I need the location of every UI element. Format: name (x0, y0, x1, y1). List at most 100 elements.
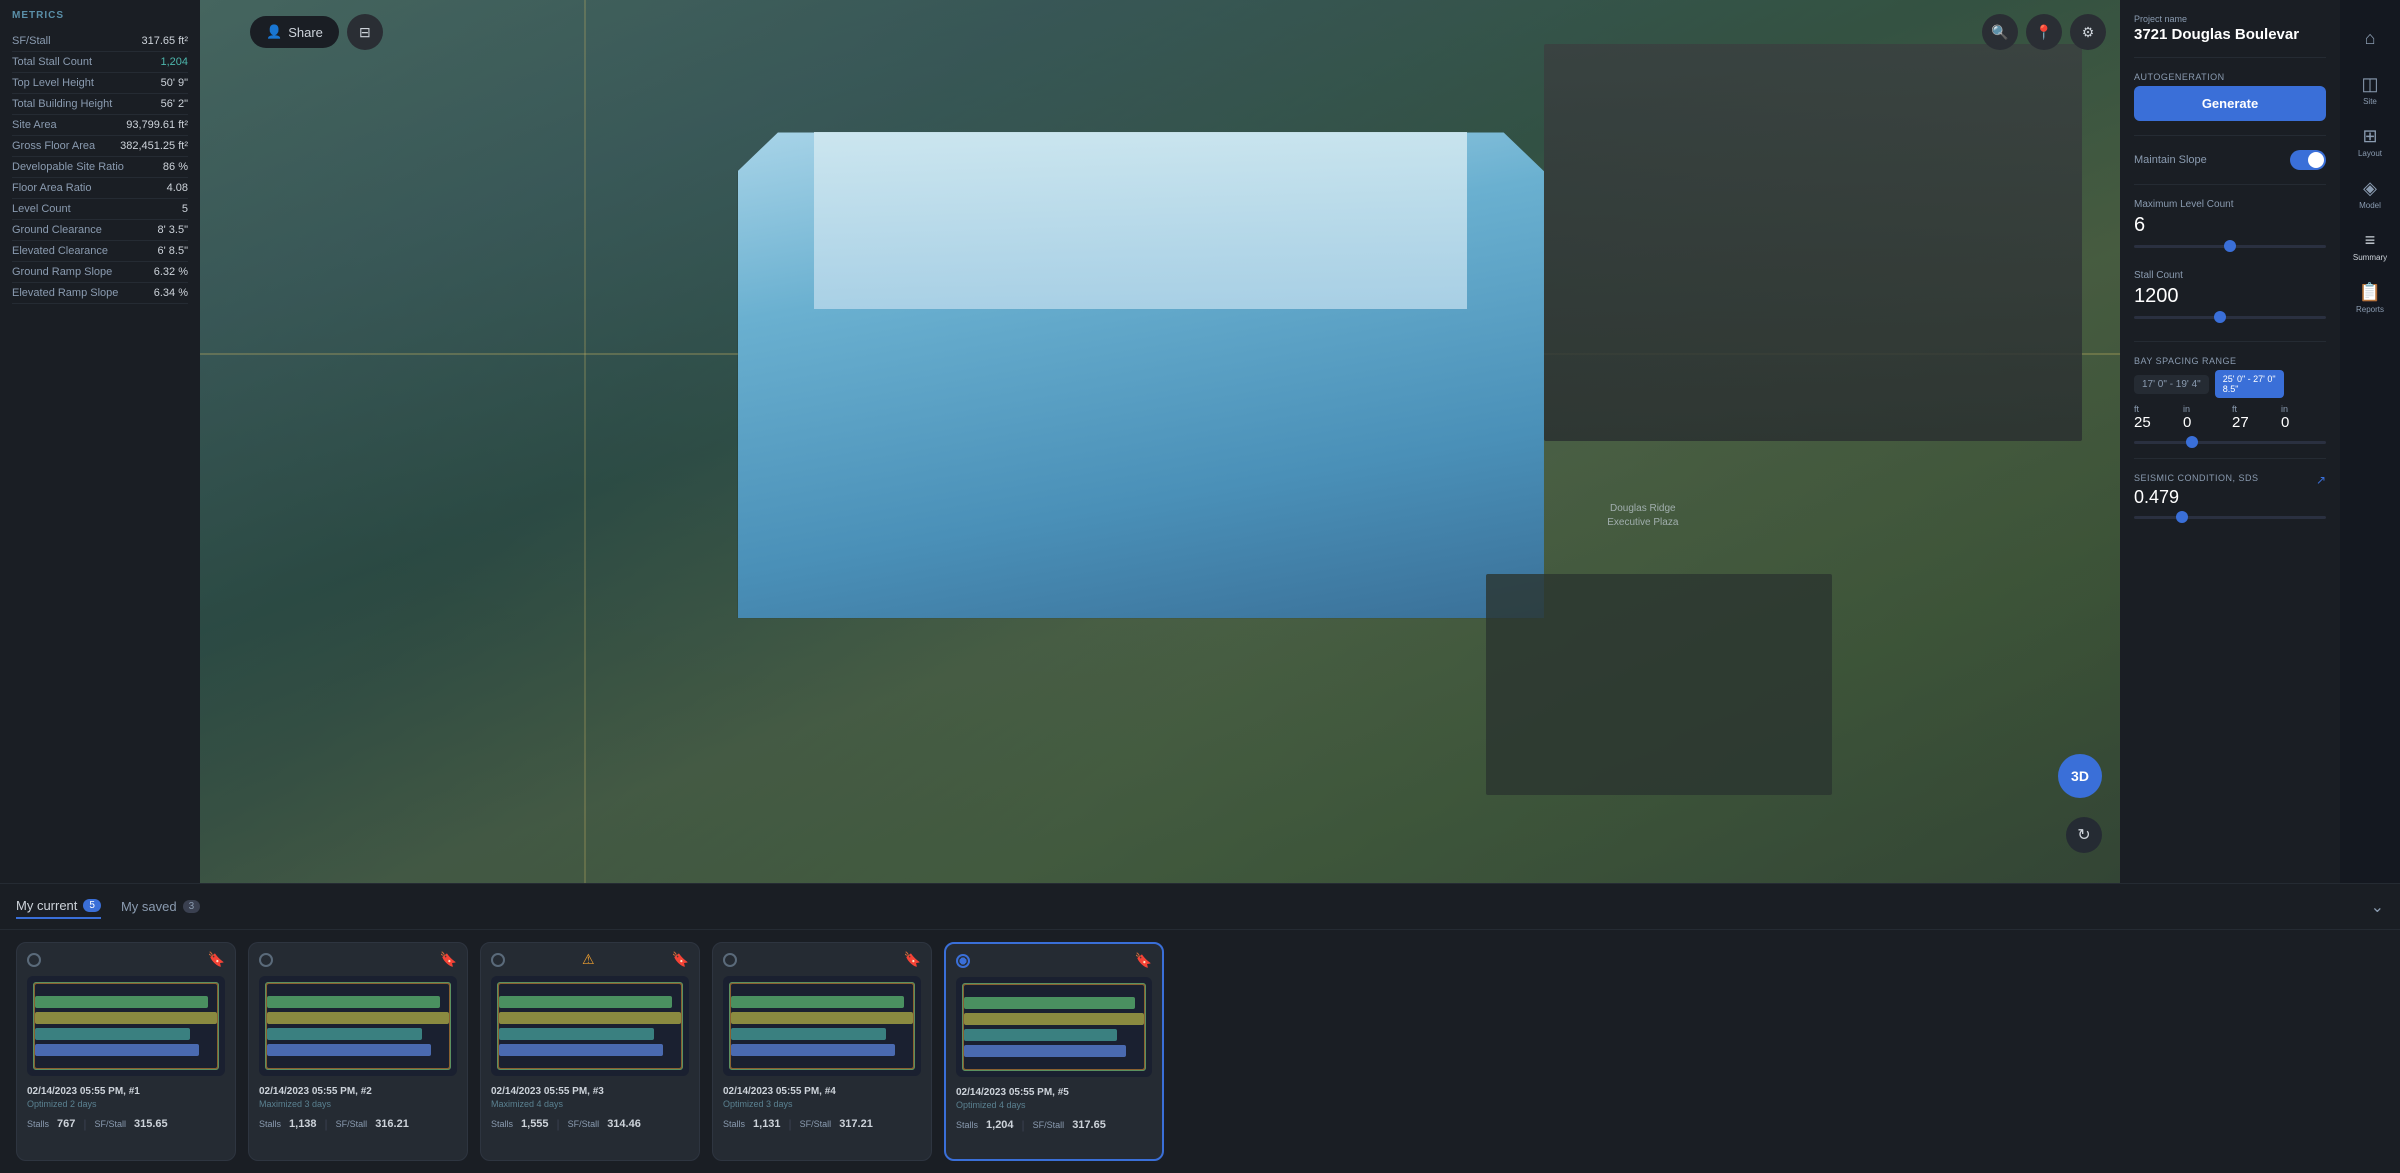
thumb-bar (267, 996, 440, 1008)
bay-range-left[interactable]: 17' 0" - 19' 4" (2134, 375, 2209, 394)
share-button[interactable]: 👤 Share (250, 16, 339, 48)
nav-model[interactable]: ◈ Model (2346, 170, 2394, 218)
card-radio[interactable] (491, 953, 505, 967)
generate-button[interactable]: Generate (2134, 86, 2326, 121)
thumb-bar (35, 1028, 190, 1040)
my-saved-tab[interactable]: My saved 3 (121, 895, 200, 918)
card-desc: Optimized 2 days (17, 1099, 235, 1113)
sf-stall-label: SF/Stall (95, 1119, 127, 1129)
bay-spacing-label: Bay Spacing Range (2134, 356, 2326, 366)
stall-count-slider-thumb[interactable] (2214, 311, 2226, 323)
map-toolbar: 👤 Share ⊟ (250, 14, 383, 50)
sf-stall-label: SF/Stall (336, 1119, 368, 1129)
max-level-slider-track[interactable] (2134, 245, 2326, 248)
expand-bottom-button[interactable]: ⌄ (2371, 896, 2384, 917)
design-card[interactable]: 🔖 02/14/2023 05:55 PM, #1Optimized 2 days… (16, 942, 236, 1161)
right-panel: Project name 3721 Douglas Boulevar AUTOG… (2120, 0, 2340, 883)
card-radio[interactable] (956, 954, 970, 968)
stat-separator: | (1022, 1118, 1025, 1132)
layers-button[interactable]: ⊟ (347, 14, 383, 50)
card-top-row: 🔖 (713, 943, 931, 972)
location-button[interactable]: 📍 (2026, 14, 2062, 50)
refresh-button[interactable]: ↻ (2066, 817, 2102, 853)
search-map-button[interactable]: 🔍 (1982, 14, 2018, 50)
divider-2 (2134, 135, 2326, 136)
metric-label: Elevated Ramp Slope (12, 287, 118, 299)
nav-home[interactable]: ⌂ (2346, 14, 2394, 62)
card-radio[interactable] (259, 953, 273, 967)
metric-label: Gross Floor Area (12, 140, 95, 152)
card-bookmark-icon[interactable]: 🔖 (208, 951, 225, 968)
bay-ft1-section: ft 25 (2134, 404, 2179, 431)
search-icon: 🔍 (1991, 24, 2008, 41)
seismic-external-link[interactable]: ↗ (2316, 473, 2326, 487)
thumb-bar (35, 996, 208, 1008)
card-radio[interactable] (723, 953, 737, 967)
map-area[interactable]: Douglas RidgeExecutive Plaza 👤 Share ⊟ 🔍… (200, 0, 2120, 883)
bay-slider-thumb[interactable] (2186, 436, 2198, 448)
divider-1 (2134, 57, 2326, 58)
stat-separator: | (83, 1117, 86, 1131)
home-icon: ⌂ (2365, 28, 2376, 49)
thumb-bar (731, 1012, 913, 1024)
card-date: 02/14/2023 05:55 PM, #1 (17, 1080, 235, 1099)
metric-label: Total Building Height (12, 98, 112, 110)
nav-summary[interactable]: ≡ Summary (2346, 222, 2394, 270)
max-level-slider-thumb[interactable] (2224, 240, 2236, 252)
seismic-slider-thumb[interactable] (2176, 511, 2188, 523)
building-top (814, 132, 1467, 309)
metric-value: 317.65 ft² (142, 35, 188, 47)
stalls-label: Stalls (27, 1119, 49, 1129)
maintain-slope-toggle[interactable] (2290, 150, 2326, 170)
thumb-bar (964, 1045, 1126, 1057)
3d-toggle-button[interactable]: 3D (2058, 754, 2102, 798)
design-card[interactable]: 🔖02/14/2023 05:55 PM, #5Optimized 4 days… (944, 942, 1164, 1161)
metric-value: 4.08 (167, 182, 188, 194)
seismic-slider-track[interactable] (2134, 516, 2326, 519)
thumb-bar (731, 1028, 886, 1040)
design-card[interactable]: ⚠🔖02/14/2023 05:55 PM, #3Maximized 4 day… (480, 942, 700, 1161)
nav-layout[interactable]: ⊞ Layout (2346, 118, 2394, 166)
thumb-bar (267, 1028, 422, 1040)
metric-value: 50' 9" (161, 77, 188, 89)
card-thumbnail (27, 976, 225, 1076)
stalls-value: 1,204 (986, 1119, 1014, 1131)
my-current-tab[interactable]: My current 5 (16, 894, 101, 919)
thumb-bar (35, 1012, 217, 1024)
maintain-slope-row: Maintain Slope (2134, 150, 2326, 170)
stat-separator: | (789, 1117, 792, 1131)
card-date: 02/14/2023 05:55 PM, #4 (713, 1080, 931, 1099)
bay-slider-track[interactable] (2134, 441, 2326, 444)
nav-site-label: Site (2363, 97, 2377, 106)
metric-row: Elevated Clearance6' 8.5" (12, 241, 188, 262)
stalls-value: 767 (57, 1118, 75, 1130)
metric-row: Floor Area Ratio4.08 (12, 178, 188, 199)
settings-map-button[interactable]: ⚙ (2070, 14, 2106, 50)
divider-4 (2134, 341, 2326, 342)
bay-range-right[interactable]: 25' 0" - 27' 0"8.5" (2215, 370, 2284, 398)
nav-reports[interactable]: 📋 Reports (2346, 274, 2394, 322)
card-bookmark-icon[interactable]: 🔖 (672, 951, 689, 968)
card-date: 02/14/2023 05:55 PM, #3 (481, 1080, 699, 1099)
card-bookmark-icon[interactable]: 🔖 (904, 951, 921, 968)
card-bookmark-icon[interactable]: 🔖 (1135, 952, 1152, 969)
layout-icon: ⊞ (2362, 126, 2377, 147)
design-card[interactable]: 🔖02/14/2023 05:55 PM, #2Maximized 3 days… (248, 942, 468, 1161)
nav-site[interactable]: ◫ Site (2346, 66, 2394, 114)
sf-stall-value: 315.65 (134, 1118, 168, 1130)
metric-value: 8' 3.5" (158, 224, 188, 236)
card-bookmark-icon[interactable]: 🔖 (440, 951, 457, 968)
metric-row: Elevated Ramp Slope6.34 % (12, 283, 188, 304)
card-thumbnail (723, 976, 921, 1076)
thumb-bar (731, 996, 904, 1008)
card-stats: Stalls 767 | SF/Stall 315.65 (17, 1113, 235, 1141)
design-card[interactable]: 🔖02/14/2023 05:55 PM, #4Optimized 3 days… (712, 942, 932, 1161)
stalls-label: Stalls (491, 1119, 513, 1129)
metric-value: 6.32 % (154, 266, 188, 278)
max-level-count-value: 6 (2134, 214, 2326, 237)
card-radio[interactable] (27, 953, 41, 967)
map-background: Douglas RidgeExecutive Plaza (200, 0, 2120, 883)
stall-count-slider-track[interactable] (2134, 316, 2326, 319)
maintain-slope-label: Maintain Slope (2134, 154, 2207, 166)
thumb-bar (267, 1012, 449, 1024)
